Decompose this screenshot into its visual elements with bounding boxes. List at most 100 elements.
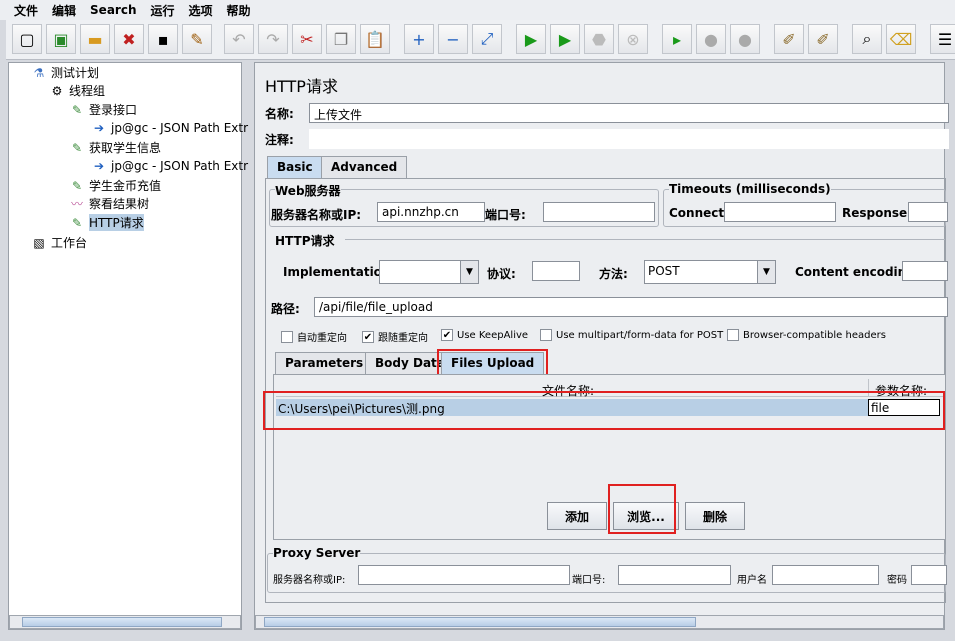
highlight-box <box>608 484 676 534</box>
port-label: 端口号: <box>485 208 526 222</box>
path-field[interactable]: /api/file/file_upload <box>314 297 948 317</box>
tree-item-results-tree[interactable]: 〰察看结果树 <box>69 195 149 212</box>
menu-search[interactable]: Search <box>90 3 136 17</box>
templates-icon[interactable]: ▣ <box>46 24 76 54</box>
panel-horizontal-scrollbar[interactable] <box>255 615 944 629</box>
menu-run[interactable]: 运行 <box>150 2 174 19</box>
encoding-label: Content encoding: <box>795 265 920 279</box>
protocol-label: 协议: <box>487 267 516 281</box>
open-icon[interactable]: ▬ <box>80 24 110 54</box>
menu-options[interactable]: 选项 <box>189 2 213 19</box>
multipart-checkbox[interactable]: Use multipart/form-data for POST <box>540 329 723 341</box>
workbench-icon: ▧ <box>33 235 45 250</box>
proxy-server-label: 服务器名称或IP: <box>273 575 346 586</box>
connect-label: Connect: <box>669 206 729 220</box>
redo-icon[interactable]: ↷ <box>258 24 288 54</box>
follow-redirect-checkbox[interactable]: ✔ 跟随重定向 <box>362 329 428 344</box>
tree-item-get-student[interactable]: ✎ 获取学生信息 <box>69 139 161 156</box>
menu-help[interactable]: 帮助 <box>227 2 251 19</box>
close-icon[interactable]: ✖ <box>114 24 144 54</box>
extractor-icon: ➔ <box>93 121 105 135</box>
highlight-box <box>263 391 945 430</box>
proxy-password-field[interactable] <box>911 565 947 585</box>
toolbar: ▢ ▣ ▬ ✖ ▪ ✎ ↶ ↷ ✂ ❐ 📋 + − ⤢ ▶ ▶ ⬣ ⊗ ▸ ● … <box>6 20 955 60</box>
path-label: 路径: <box>271 302 300 316</box>
menu-bar: 文件 编辑 Search 运行 选项 帮助 <box>0 0 955 20</box>
tree-item-http-request[interactable]: ✎ HTTP请求 <box>69 214 144 231</box>
search-icon[interactable]: ⌕ <box>852 24 882 54</box>
encoding-field[interactable] <box>902 261 948 281</box>
proxy-port-field[interactable] <box>618 565 731 585</box>
start-icon[interactable]: ▶ <box>516 24 546 54</box>
cut-icon[interactable]: ✂ <box>292 24 322 54</box>
new-icon[interactable]: ▢ <box>12 24 42 54</box>
proxy-server-field[interactable] <box>358 565 570 585</box>
port-field[interactable] <box>543 202 655 222</box>
reset-search-icon[interactable]: ⌫ <box>886 24 916 54</box>
add-button[interactable]: 添加 <box>547 502 607 530</box>
expand-icon[interactable]: + <box>404 24 434 54</box>
http-legend: HTTP请求 <box>275 234 335 248</box>
method-select[interactable]: POST ▼ <box>644 260 776 284</box>
clear-all-icon[interactable]: ✐ <box>808 24 838 54</box>
tree-item-recharge[interactable]: ✎ 学生金币充值 <box>69 177 161 194</box>
collapse-icon[interactable]: − <box>438 24 468 54</box>
proxy-password-label: 密码 <box>887 575 907 586</box>
start-no-pause-icon[interactable]: ▶ <box>550 24 580 54</box>
response-label: Response: <box>842 206 912 220</box>
protocol-field[interactable] <box>532 261 580 281</box>
sampler-icon: ✎ <box>71 140 83 155</box>
test-plan-tree: ⚗ 测试计划 ⚙ 线程组 ✎ 登录接口 ➔ jp@gc - JSON Path Extr… <box>8 62 248 630</box>
auto-redirect-checkbox[interactable]: 自动重定向 <box>281 329 347 344</box>
server-label: 服务器名称或IP: <box>271 208 362 222</box>
tab-advanced[interactable]: Advanced <box>321 156 408 178</box>
timeouts-legend: Timeouts (milliseconds) <box>669 182 831 196</box>
tree-horizontal-scrollbar[interactable] <box>9 615 241 629</box>
tree-item-login[interactable]: ✎ 登录接口 <box>69 101 137 118</box>
shutdown-icon[interactable]: ⊗ <box>618 24 648 54</box>
save-icon[interactable]: ▪ <box>148 24 178 54</box>
proxy-user-label: 用户名 <box>737 575 767 586</box>
sampler-icon: ✎ <box>71 102 83 117</box>
http-request-panel: HTTP请求 名称: 上传文件 注释: Basic Advanced Web服务… <box>254 62 949 630</box>
comment-field[interactable] <box>309 129 949 149</box>
tree-item-json-extractor-1[interactable]: ➔ jp@gc - JSON Path Extr <box>91 120 248 136</box>
clear-icon[interactable]: ✐ <box>774 24 804 54</box>
paste-icon[interactable]: 📋 <box>360 24 390 54</box>
implementation-select[interactable]: ▼ <box>379 260 479 284</box>
proxy-port-label: 端口号: <box>572 575 606 586</box>
tree-item-workbench[interactable]: ▧ 工作台 <box>31 234 87 251</box>
name-field[interactable]: 上传文件 <box>309 103 949 123</box>
response-field[interactable] <box>908 202 948 222</box>
menu-edit[interactable]: 编辑 <box>52 2 76 19</box>
tree-item-test-plan[interactable]: ⚗ 测试计划 <box>31 64 99 81</box>
tab-parameters[interactable]: Parameters <box>275 352 374 374</box>
web-server-legend: Web服务器 <box>275 182 341 199</box>
tree-item-json-extractor-2[interactable]: ➔ jp@gc - JSON Path Extr <box>91 158 248 174</box>
proxy-legend: Proxy Server <box>273 546 361 560</box>
stop-icon[interactable]: ⬣ <box>584 24 614 54</box>
remote-start-icon[interactable]: ▸ <box>662 24 692 54</box>
browser-headers-checkbox[interactable]: Browser-compatible headers <box>727 329 886 341</box>
keepalive-checkbox[interactable]: ✔ Use KeepAlive <box>441 329 528 341</box>
tab-basic[interactable]: Basic <box>267 156 323 178</box>
function-helper-icon[interactable]: ☰ <box>930 24 955 54</box>
flask-icon: ⚗ <box>33 65 45 80</box>
connect-field[interactable] <box>724 202 836 222</box>
server-field[interactable]: api.nnzhp.cn <box>377 202 485 222</box>
comment-label: 注释: <box>265 133 294 147</box>
save-as-icon[interactable]: ✎ <box>182 24 212 54</box>
tree-item-thread-group[interactable]: ⚙ 线程组 <box>49 82 105 99</box>
delete-button[interactable]: 删除 <box>685 502 745 530</box>
remote-stop-icon[interactable]: ● <box>696 24 726 54</box>
menu-file[interactable]: 文件 <box>14 2 38 19</box>
toggle-icon[interactable]: ⤢ <box>472 24 502 54</box>
undo-icon[interactable]: ↶ <box>224 24 254 54</box>
page-title: HTTP请求 <box>265 77 338 96</box>
chevron-down-icon: ▼ <box>757 261 775 283</box>
sampler-icon: ✎ <box>71 178 83 193</box>
remote-shutdown-icon[interactable]: ● <box>730 24 760 54</box>
name-label: 名称: <box>265 107 294 121</box>
proxy-user-field[interactable] <box>772 565 879 585</box>
copy-icon[interactable]: ❐ <box>326 24 356 54</box>
